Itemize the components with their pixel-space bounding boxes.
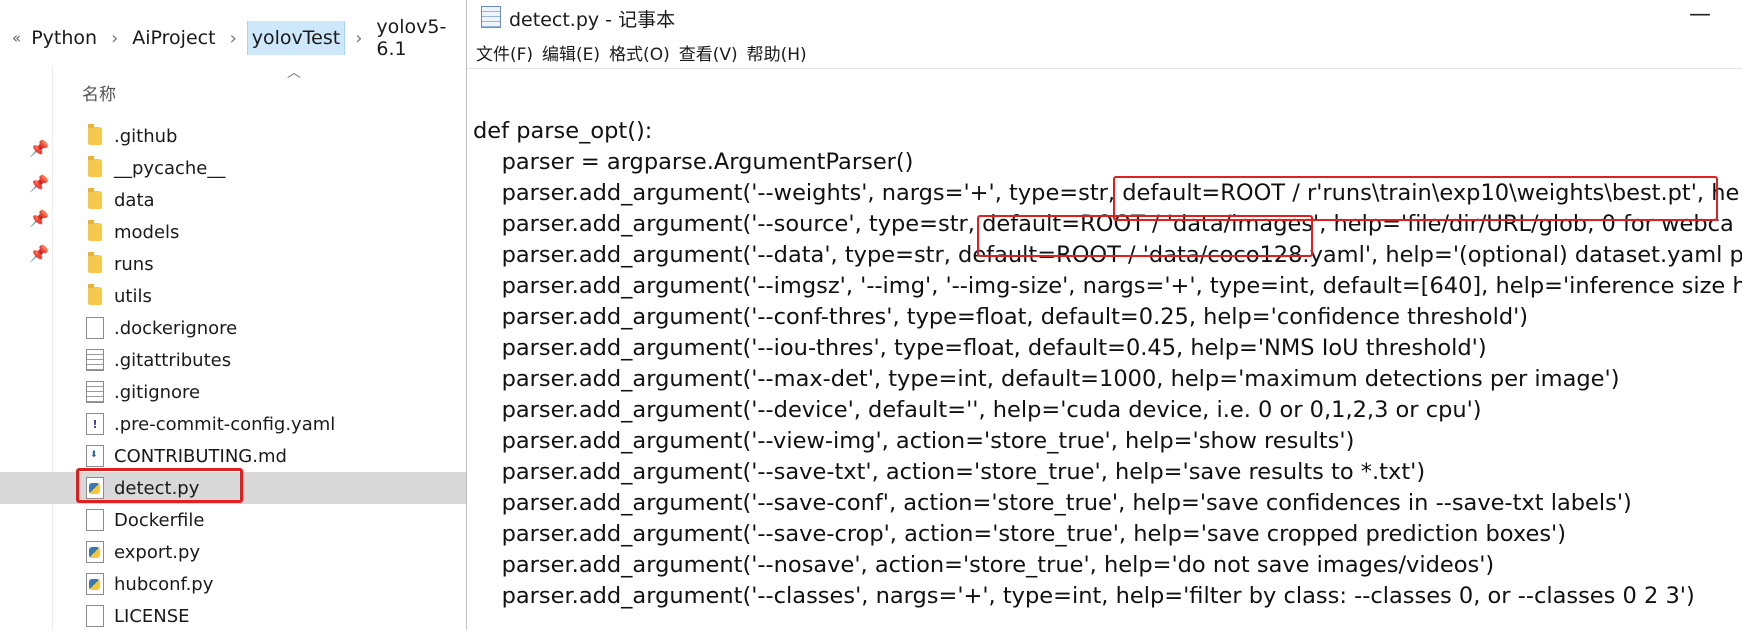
code-line: parser.add_argument('--imgsz', '--img', … xyxy=(473,273,1742,299)
code-line: parser.add_argument('--save-crop', actio… xyxy=(473,521,1567,547)
file-row[interactable]: LICENSE xyxy=(0,600,466,632)
code-line: parser.add_argument('--device', default=… xyxy=(473,397,1482,423)
breadcrumb-overflow-button[interactable]: « xyxy=(12,29,21,47)
sort-ascending-icon: ︿ xyxy=(287,65,301,81)
chevron-right-icon[interactable]: › xyxy=(230,28,237,49)
file-name: .gitignore xyxy=(114,381,201,403)
file-icon xyxy=(86,317,104,339)
file-row[interactable]: models xyxy=(0,216,466,248)
breadcrumb-item-aiproject[interactable]: AiProject xyxy=(128,23,219,53)
file-row[interactable]: ! .pre-commit-config.yaml xyxy=(0,408,466,440)
divider xyxy=(467,68,1742,69)
file-name: models xyxy=(114,221,180,243)
code-line: parser.add_argument('--view-img', action… xyxy=(473,428,1355,454)
file-name: .pre-commit-config.yaml xyxy=(114,413,336,435)
chevron-right-icon[interactable]: › xyxy=(111,28,118,49)
file-row[interactable]: hubconf.py xyxy=(0,568,466,600)
file-name: runs xyxy=(114,253,154,275)
file-row[interactable]: Dockerfile xyxy=(0,504,466,536)
menu-bar: 文件(F) 编辑(E) 格式(O) 查看(V) 帮助(H) xyxy=(467,38,807,68)
menu-file[interactable]: 文件(F) xyxy=(476,38,533,68)
chevron-right-icon[interactable]: › xyxy=(355,28,362,49)
folder-icon xyxy=(88,252,102,273)
code-line: parser.add_argument('--conf-thres', type… xyxy=(473,304,1529,330)
file-name: Dockerfile xyxy=(114,509,205,531)
file-name: LICENSE xyxy=(114,605,190,627)
minimize-button[interactable]: — xyxy=(1689,2,1711,27)
code-line: parser.add_argument('--classes', nargs='… xyxy=(473,583,1695,609)
file-name: __pycache__ xyxy=(114,157,226,179)
notepad-icon xyxy=(481,6,501,28)
file-name: .gitattributes xyxy=(114,349,232,371)
menu-format[interactable]: 格式(O) xyxy=(609,38,670,68)
notepad-window: detect.py - 记事本 — 文件(F) 编辑(E) 格式(O) 查看(V… xyxy=(466,0,1742,630)
folder-icon xyxy=(88,220,102,241)
folder-icon xyxy=(88,156,102,177)
file-row[interactable]: data xyxy=(0,184,466,216)
file-row[interactable]: export.py xyxy=(0,536,466,568)
annotation-highlight-box xyxy=(977,215,1313,257)
menu-view[interactable]: 查看(V) xyxy=(679,38,738,68)
code-line: parser.add_argument('--iou-thres', type=… xyxy=(473,335,1487,361)
python-file-icon xyxy=(86,541,104,563)
menu-help[interactable]: 帮助(H) xyxy=(747,38,807,68)
window-title: detect.py - 记事本 xyxy=(509,9,676,31)
breadcrumb-item-python[interactable]: Python xyxy=(27,23,101,53)
file-row[interactable]: utils xyxy=(0,280,466,312)
yaml-file-icon: ! xyxy=(86,413,104,435)
breadcrumb: « Python › AiProject › yolovTest › yolov… xyxy=(0,16,466,60)
file-explorer: « Python › AiProject › yolovTest › yolov… xyxy=(0,0,466,630)
file-row[interactable]: .gitattributes xyxy=(0,344,466,376)
file-row[interactable]: .github xyxy=(0,120,466,152)
file-row[interactable]: __pycache__ xyxy=(0,152,466,184)
python-file-icon xyxy=(86,573,104,595)
file-name: CONTRIBUTING.md xyxy=(114,445,287,467)
folder-icon xyxy=(88,124,102,145)
file-name: data xyxy=(114,189,155,211)
file-name: .github xyxy=(114,125,178,147)
folder-icon xyxy=(88,284,102,305)
file-name: .dockerignore xyxy=(114,317,238,339)
file-row[interactable]: .dockerignore xyxy=(0,312,466,344)
menu-edit[interactable]: 编辑(E) xyxy=(542,38,600,68)
column-header-name[interactable]: 名称 xyxy=(82,80,116,105)
text-file-icon xyxy=(86,381,104,403)
annotation-highlight-box xyxy=(76,468,243,503)
code-line: parser.add_argument('--save-conf', actio… xyxy=(473,490,1632,516)
file-row[interactable]: .gitignore xyxy=(0,376,466,408)
code-line: parser.add_argument('--max-det', type=in… xyxy=(473,366,1620,392)
text-file-icon xyxy=(86,349,104,371)
breadcrumb-item-yolov5[interactable]: yolov5-6.1 xyxy=(372,12,466,64)
file-icon xyxy=(86,509,104,531)
file-name: utils xyxy=(114,285,152,307)
file-name: hubconf.py xyxy=(114,573,214,595)
markdown-file-icon xyxy=(86,445,104,467)
title-bar[interactable]: detect.py - 记事本 — xyxy=(467,0,1742,34)
code-line: parser = argparse.ArgumentParser() xyxy=(473,149,914,175)
breadcrumb-item-yolovtest[interactable]: yolovTest xyxy=(246,21,346,55)
file-row[interactable]: runs xyxy=(0,248,466,280)
file-icon xyxy=(86,605,104,627)
file-name: export.py xyxy=(114,541,201,563)
code-line: parser.add_argument('--nosave', action='… xyxy=(473,552,1495,578)
folder-icon xyxy=(88,188,102,209)
code-line: parser.add_argument('--save-txt', action… xyxy=(473,459,1426,485)
code-line: def parse_opt(): xyxy=(473,118,653,144)
